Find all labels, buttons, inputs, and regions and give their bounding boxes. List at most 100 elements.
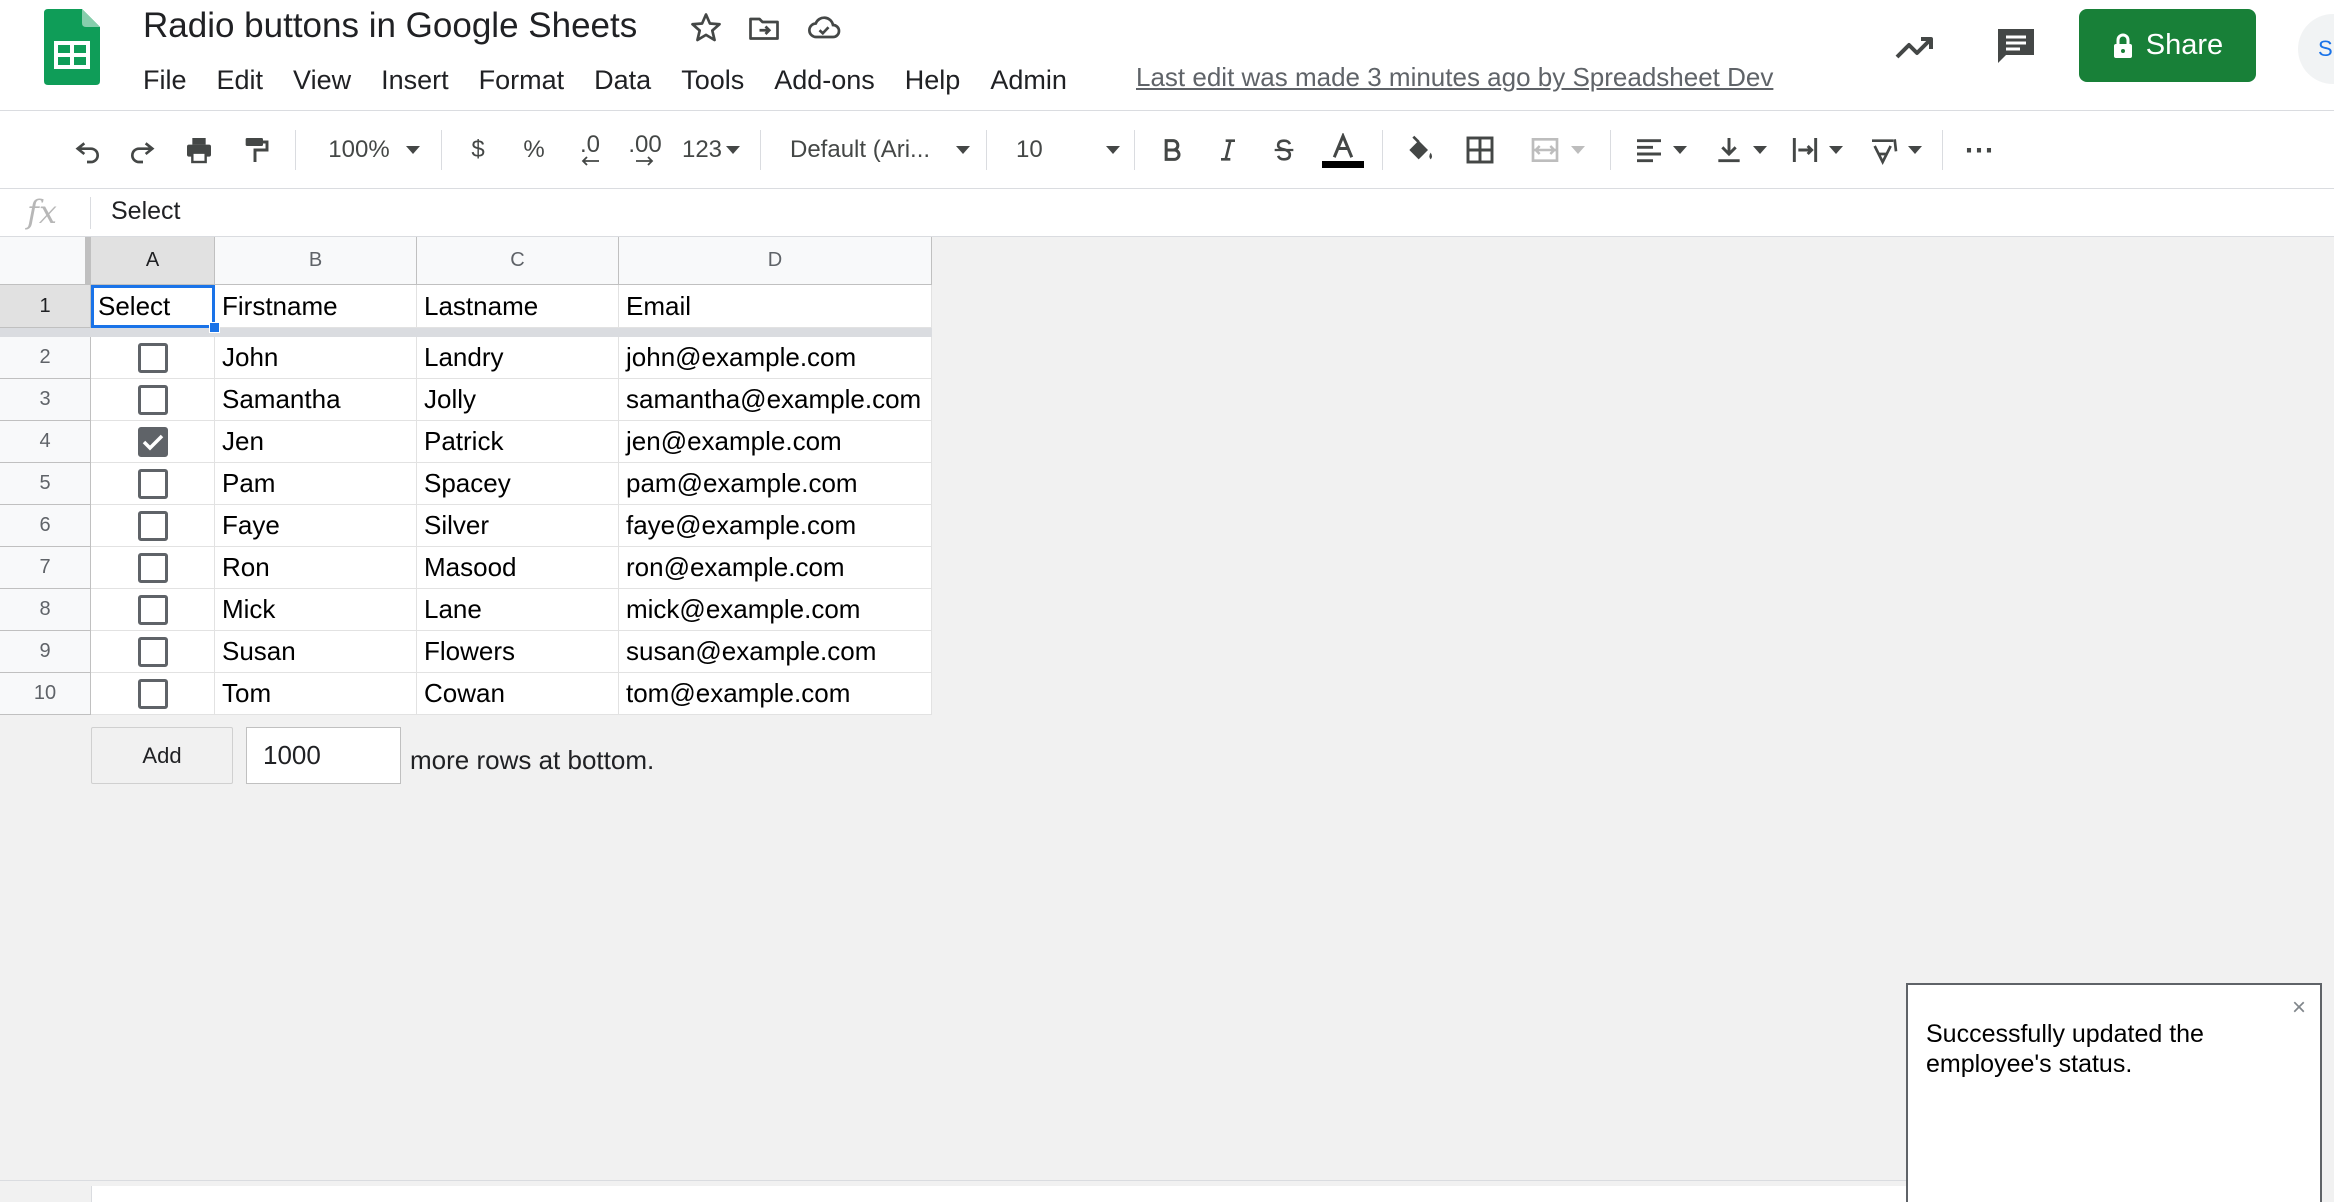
email-cell[interactable]: tom@example.com bbox=[619, 673, 932, 715]
row-header-7[interactable]: 7 bbox=[0, 547, 91, 589]
column-header-b[interactable]: B bbox=[215, 237, 417, 285]
column-header-a[interactable]: A bbox=[91, 237, 215, 285]
menu-file[interactable]: File bbox=[128, 65, 202, 96]
text-color-button[interactable] bbox=[1320, 129, 1366, 171]
select-cell[interactable] bbox=[91, 547, 215, 589]
email-cell[interactable]: ron@example.com bbox=[619, 547, 932, 589]
sheets-logo-icon[interactable] bbox=[44, 9, 100, 85]
lastname-cell[interactable]: Lane bbox=[417, 589, 619, 631]
decrease-decimal-button[interactable]: .0 bbox=[570, 129, 610, 171]
firstname-cell[interactable]: Faye bbox=[215, 505, 417, 547]
lastname-cell[interactable]: Silver bbox=[417, 505, 619, 547]
row-checkbox[interactable] bbox=[137, 384, 168, 415]
row-header-4[interactable]: 4 bbox=[0, 421, 91, 463]
select-cell[interactable] bbox=[91, 673, 215, 715]
header-cell-lastname[interactable]: Lastname bbox=[417, 285, 619, 328]
menu-view[interactable]: View bbox=[278, 65, 366, 96]
text-wrapping-button[interactable] bbox=[1786, 129, 1846, 171]
header-cell-firstname[interactable]: Firstname bbox=[215, 285, 417, 328]
rows-count-input[interactable] bbox=[246, 727, 401, 784]
row-header-6[interactable]: 6 bbox=[0, 505, 91, 547]
row-checkbox[interactable] bbox=[137, 678, 168, 709]
font-size-select[interactable]: 10 bbox=[1016, 129, 1120, 171]
menu-tools[interactable]: Tools bbox=[666, 65, 759, 96]
select-cell[interactable] bbox=[91, 463, 215, 505]
firstname-cell[interactable]: Jen bbox=[215, 421, 417, 463]
text-rotation-button[interactable] bbox=[1864, 129, 1926, 171]
menu-help[interactable]: Help bbox=[890, 65, 976, 96]
email-cell[interactable]: john@example.com bbox=[619, 337, 932, 379]
firstname-cell[interactable]: Tom bbox=[215, 673, 417, 715]
select-cell[interactable] bbox=[91, 631, 215, 673]
add-rows-button[interactable]: Add bbox=[91, 727, 233, 784]
paint-format-button[interactable] bbox=[236, 129, 274, 171]
explore-icon[interactable] bbox=[1891, 23, 1939, 71]
zoom-select[interactable]: 100% bbox=[318, 129, 430, 171]
horizontal-scrollbar[interactable] bbox=[91, 1186, 1906, 1202]
cloud-saved-icon[interactable] bbox=[806, 10, 842, 46]
row-checkbox[interactable] bbox=[137, 552, 168, 583]
select-all-corner[interactable] bbox=[0, 237, 91, 285]
firstname-cell[interactable]: Pam bbox=[215, 463, 417, 505]
lastname-cell[interactable]: Masood bbox=[417, 547, 619, 589]
firstname-cell[interactable]: Ron bbox=[215, 547, 417, 589]
row-checkbox[interactable] bbox=[137, 510, 168, 541]
select-cell[interactable] bbox=[91, 379, 215, 421]
strikethrough-button[interactable] bbox=[1268, 129, 1300, 171]
row-header-5[interactable]: 5 bbox=[0, 463, 91, 505]
more-formats-button[interactable]: 123 bbox=[678, 129, 744, 171]
comments-icon[interactable] bbox=[1992, 21, 2040, 69]
account-avatar[interactable]: S bbox=[2298, 14, 2334, 84]
more-toolbar-button[interactable]: ⋯ bbox=[1960, 129, 1998, 171]
increase-decimal-button[interactable]: .00 bbox=[622, 129, 668, 171]
document-title[interactable]: Radio buttons in Google Sheets bbox=[143, 6, 637, 46]
menu-format[interactable]: Format bbox=[464, 65, 580, 96]
close-icon[interactable]: × bbox=[2292, 993, 2306, 1023]
italic-button[interactable] bbox=[1212, 129, 1244, 171]
lastname-cell[interactable]: Spacey bbox=[417, 463, 619, 505]
lastname-cell[interactable]: Jolly bbox=[417, 379, 619, 421]
star-icon[interactable] bbox=[688, 10, 724, 46]
lastname-cell[interactable]: Patrick bbox=[417, 421, 619, 463]
firstname-cell[interactable]: John bbox=[215, 337, 417, 379]
lastname-cell[interactable]: Flowers bbox=[417, 631, 619, 673]
vertical-align-button[interactable] bbox=[1710, 129, 1770, 171]
row-checkbox[interactable] bbox=[137, 594, 168, 625]
row-header-10[interactable]: 10 bbox=[0, 673, 91, 715]
header-cell-email[interactable]: Email bbox=[619, 285, 932, 328]
row-header-8[interactable]: 8 bbox=[0, 589, 91, 631]
menu-edit[interactable]: Edit bbox=[202, 65, 279, 96]
font-family-select[interactable]: Default (Ari... bbox=[790, 129, 970, 171]
row-checkbox[interactable] bbox=[137, 342, 168, 373]
row-header-2[interactable]: 2 bbox=[0, 337, 91, 379]
column-header-c[interactable]: C bbox=[417, 237, 619, 285]
print-button[interactable] bbox=[180, 129, 218, 171]
redo-button[interactable] bbox=[124, 129, 162, 171]
select-cell[interactable] bbox=[91, 505, 215, 547]
currency-format-button[interactable]: $ bbox=[462, 129, 494, 171]
fill-handle[interactable] bbox=[209, 322, 220, 333]
lastname-cell[interactable]: Cowan bbox=[417, 673, 619, 715]
merge-cells-button[interactable] bbox=[1520, 129, 1594, 171]
email-cell[interactable]: mick@example.com bbox=[619, 589, 932, 631]
select-cell[interactable] bbox=[91, 337, 215, 379]
menu-add-ons[interactable]: Add-ons bbox=[759, 65, 890, 96]
row-checkbox[interactable] bbox=[137, 468, 168, 499]
horizontal-align-button[interactable] bbox=[1630, 129, 1690, 171]
row-header-9[interactable]: 9 bbox=[0, 631, 91, 673]
email-cell[interactable]: faye@example.com bbox=[619, 505, 932, 547]
bold-button[interactable] bbox=[1156, 129, 1188, 171]
menu-insert[interactable]: Insert bbox=[366, 65, 464, 96]
fill-color-button[interactable] bbox=[1400, 129, 1440, 171]
menu-admin[interactable]: Admin bbox=[975, 65, 1082, 96]
row-header-3[interactable]: 3 bbox=[0, 379, 91, 421]
move-to-folder-icon[interactable] bbox=[746, 10, 782, 46]
share-button[interactable]: Share bbox=[2079, 9, 2256, 82]
firstname-cell[interactable]: Mick bbox=[215, 589, 417, 631]
frozen-row-divider[interactable] bbox=[0, 328, 932, 337]
row-checkbox[interactable] bbox=[137, 636, 168, 667]
firstname-cell[interactable]: Samantha bbox=[215, 379, 417, 421]
email-cell[interactable]: pam@example.com bbox=[619, 463, 932, 505]
row-checkbox[interactable] bbox=[137, 426, 168, 457]
menu-data[interactable]: Data bbox=[579, 65, 666, 96]
